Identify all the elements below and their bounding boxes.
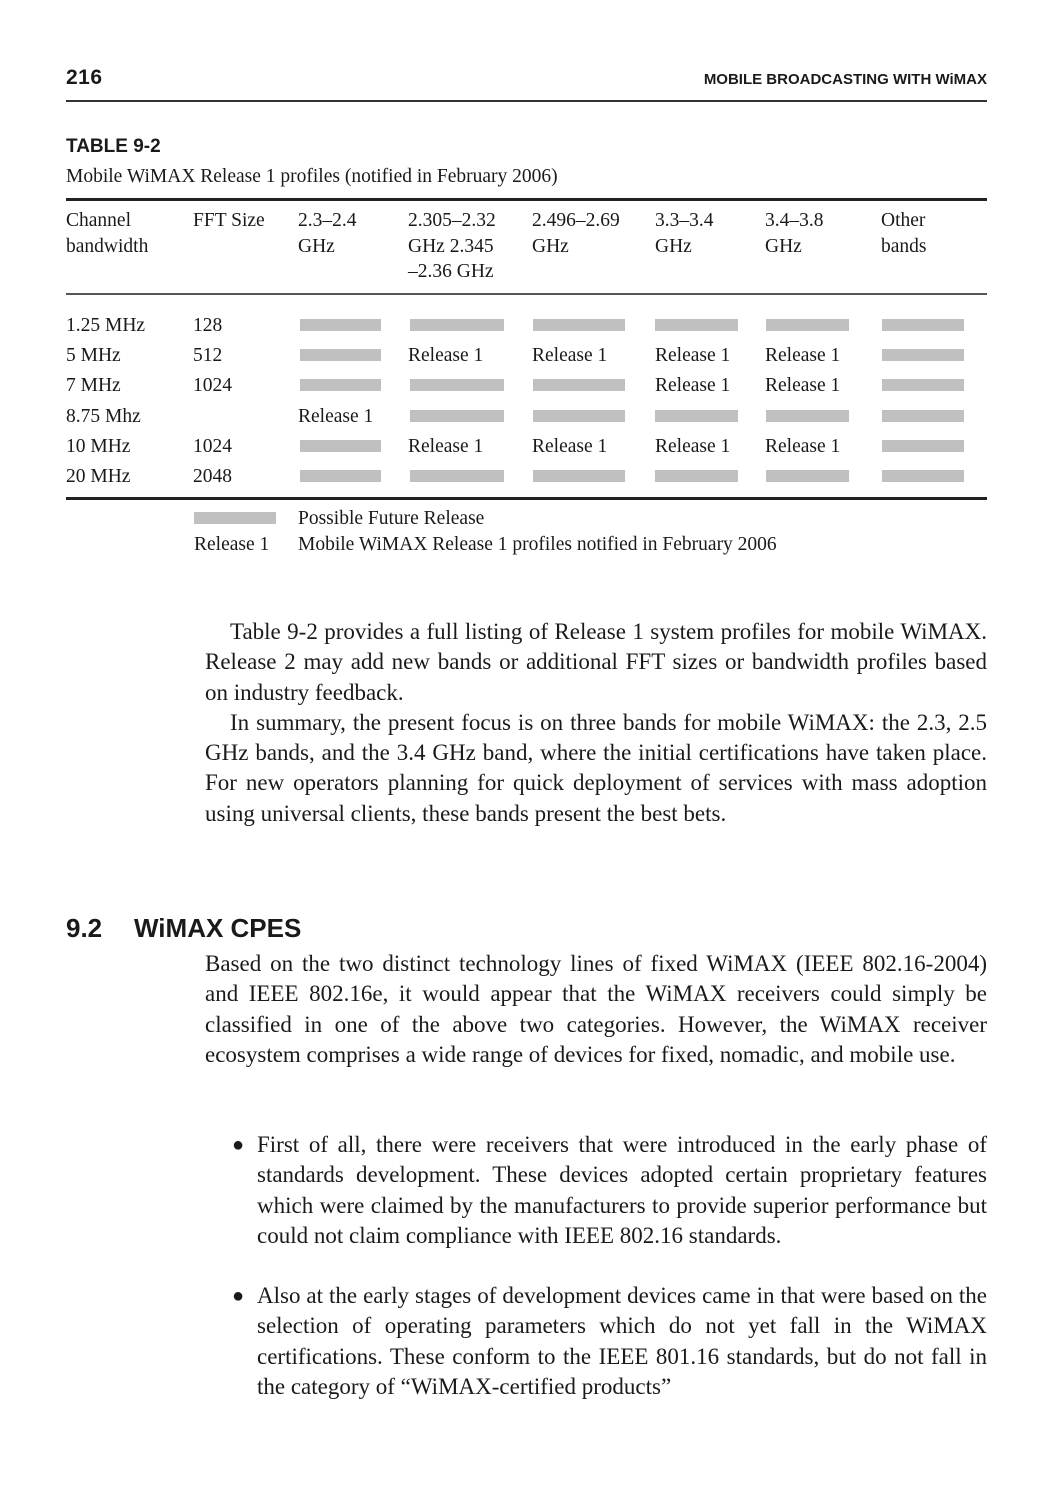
- cell-future-release-bar: [300, 319, 381, 331]
- bullet-icon: ●: [232, 1285, 245, 1307]
- cell-future-release-bar: [766, 319, 849, 331]
- section-paragraph: Based on the two distinct technology lin…: [205, 949, 987, 1070]
- cell-future-release-bar: [300, 440, 381, 452]
- cell-future-release-bar: [655, 470, 738, 482]
- column-header: 2.305–2.32 GHz 2.345 –2.36 GHz: [408, 208, 496, 285]
- table-rule-top: [66, 198, 987, 201]
- table-rule-header: [66, 293, 987, 295]
- list-item-text: First of all, there were receivers that …: [257, 1132, 987, 1248]
- cell-future-release-bar: [410, 410, 504, 422]
- column-header-line: GHz: [765, 235, 802, 257]
- cell-channel-bandwidth: 10 MHz: [66, 436, 131, 457]
- running-head: 216 MOBILE BROADCASTING WITH WiMAX: [66, 66, 987, 102]
- cell-future-release-bar: [533, 410, 625, 422]
- cell-fft-size: 512: [193, 345, 223, 366]
- body-text: Table 9-2 provides a full listing of Rel…: [205, 617, 987, 829]
- cell-release: Release 1: [655, 345, 731, 366]
- cell-release: Release 1: [765, 375, 841, 396]
- cell-release: Release 1: [408, 436, 484, 457]
- legend-future-swatch: [194, 512, 276, 524]
- section-heading: 9.2 WiMAX CPES: [66, 913, 301, 944]
- cell-future-release-bar: [766, 470, 849, 482]
- column-header-line: Other: [881, 210, 926, 231]
- column-header-line: 3.3–3.4: [655, 210, 714, 231]
- column-header-line: bands: [881, 235, 927, 257]
- cell-fft-size: 128: [193, 315, 223, 336]
- table-caption: Mobile WiMAX Release 1 profiles (notifie…: [66, 166, 558, 187]
- column-header-line: Channel: [66, 210, 131, 231]
- column-header-line: GHz: [532, 235, 569, 257]
- paragraph: In summary, the present focus is on thre…: [205, 709, 987, 826]
- cell-future-release-bar: [882, 440, 964, 452]
- table-rule-bottom: [66, 497, 987, 500]
- cell-fft-size: 1024: [193, 436, 232, 457]
- column-header-line: 2.305–2.32: [408, 210, 496, 231]
- cell-release: Release 1: [655, 436, 731, 457]
- column-header-line: 2.3–2.4: [298, 210, 357, 231]
- section-title: WiMAX CPES: [134, 913, 302, 943]
- column-header-line: FFT Size: [193, 210, 265, 231]
- section-number: 9.2: [66, 913, 103, 943]
- list-item: ● First of all, there were receivers tha…: [232, 1130, 987, 1251]
- cell-future-release-bar: [766, 410, 849, 422]
- column-header: 3.3–3.4 GHz: [655, 208, 714, 259]
- column-header: FFT Size: [193, 208, 265, 234]
- cell-future-release-bar: [300, 349, 381, 361]
- legend-release-key: Release 1: [194, 534, 270, 555]
- cell-channel-bandwidth: 5 MHz: [66, 345, 121, 366]
- legend-future-label: Possible Future Release: [298, 508, 485, 529]
- cell-channel-bandwidth: 20 MHz: [66, 466, 131, 487]
- cell-release: Release 1: [765, 345, 841, 366]
- legend-release-label: Mobile WiMAX Release 1 profiles notified…: [298, 534, 777, 555]
- cell-future-release-bar: [533, 470, 625, 482]
- column-header-line: GHz 2.345: [408, 235, 494, 257]
- cell-channel-bandwidth: 8.75 Mhz: [66, 406, 141, 427]
- paragraph: Table 9-2 provides a full listing of Rel…: [205, 619, 987, 705]
- cell-future-release-bar: [882, 470, 964, 482]
- column-header-line: GHz: [298, 235, 335, 257]
- cell-fft-size: 1024: [193, 375, 232, 396]
- cell-release: Release 1: [655, 375, 731, 396]
- cell-future-release-bar: [410, 470, 504, 482]
- column-header: Channel bandwidth: [66, 208, 148, 259]
- cell-release: Release 1: [408, 345, 484, 366]
- cell-future-release-bar: [410, 379, 504, 391]
- cell-future-release-bar: [655, 319, 738, 331]
- column-header: 3.4–3.8 GHz: [765, 208, 824, 259]
- cell-fft-size: 2048: [193, 466, 232, 487]
- page-number: 216: [66, 66, 103, 89]
- cell-future-release-bar: [882, 319, 964, 331]
- list-item: ● Also at the early stages of developmen…: [232, 1281, 987, 1402]
- cell-future-release-bar: [300, 379, 381, 391]
- cell-future-release-bar: [882, 410, 964, 422]
- cell-future-release-bar: [882, 349, 964, 361]
- cell-future-release-bar: [655, 410, 738, 422]
- cell-future-release-bar: [410, 319, 504, 331]
- column-header-line: GHz: [655, 235, 692, 257]
- column-header-line: –2.36 GHz: [408, 261, 494, 282]
- column-header: Other bands: [881, 208, 927, 259]
- table-label: TABLE 9-2: [66, 136, 161, 157]
- cell-release: Release 1: [532, 345, 608, 366]
- cell-release: Release 1: [765, 436, 841, 457]
- cell-future-release-bar: [533, 319, 625, 331]
- running-title: MOBILE BROADCASTING WITH WiMAX: [703, 71, 987, 88]
- cell-release: Release 1: [298, 406, 374, 427]
- column-header-line: bandwidth: [66, 235, 149, 257]
- column-header: 2.496–2.69 GHz: [532, 208, 620, 259]
- paragraph: Based on the two distinct technology lin…: [205, 951, 987, 1067]
- cell-future-release-bar: [533, 379, 625, 391]
- cell-channel-bandwidth: 7 MHz: [66, 375, 121, 396]
- list-item-text: Also at the early stages of development …: [257, 1283, 987, 1399]
- column-header-line: 3.4–3.8: [765, 210, 824, 231]
- cell-future-release-bar: [300, 470, 381, 482]
- column-header: 2.3–2.4 GHz: [298, 208, 357, 259]
- bullet-icon: ●: [232, 1134, 245, 1156]
- column-header-line: 2.496–2.69: [532, 210, 620, 231]
- cell-release: Release 1: [532, 436, 608, 457]
- cell-channel-bandwidth: 1.25 MHz: [66, 315, 146, 336]
- cell-future-release-bar: [882, 379, 964, 391]
